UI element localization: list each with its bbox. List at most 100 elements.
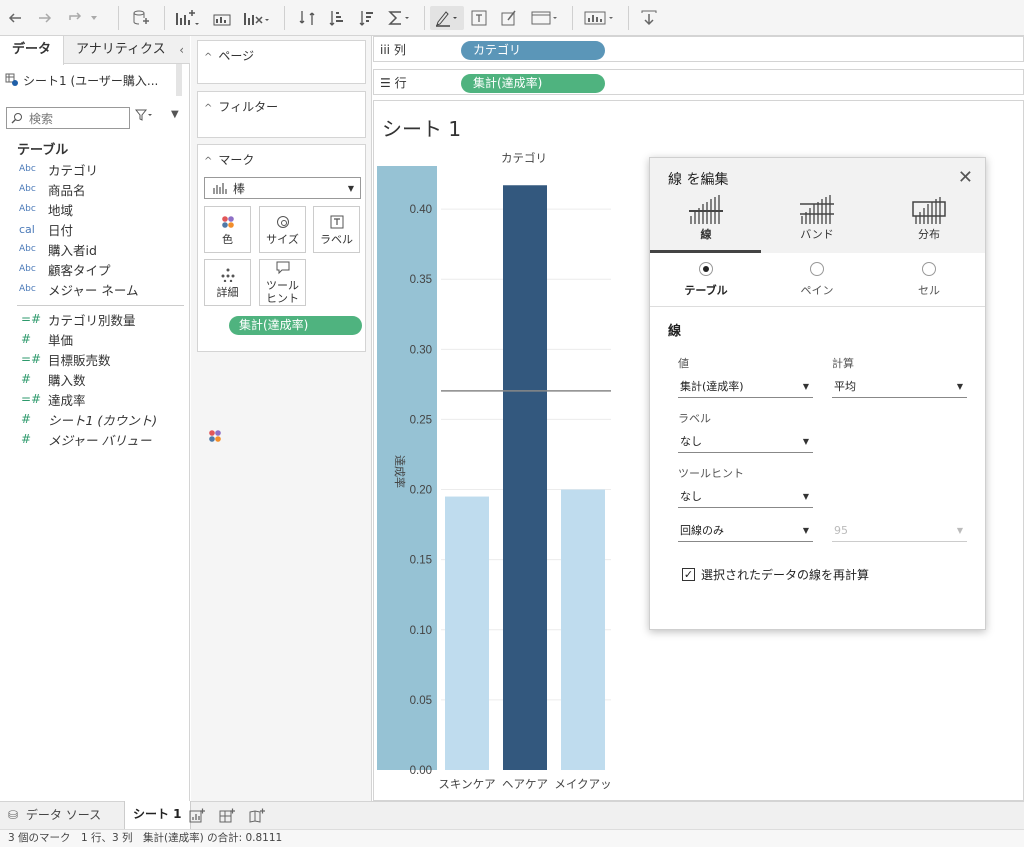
tab-data-source[interactable]: ⛁ データ ソース (8, 802, 101, 830)
field-name: カテゴリ別数量 (48, 312, 136, 328)
value-label: 値 (678, 357, 689, 370)
columns-shelf[interactable]: iii 列 カテゴリ (373, 36, 1024, 62)
active-tab-indicator (650, 250, 761, 253)
new-dashboard-icon[interactable] (219, 808, 235, 827)
scope-table-radio[interactable] (699, 262, 713, 276)
size-button[interactable]: サイズ (259, 206, 306, 253)
filter-icon[interactable] (134, 109, 153, 124)
close-icon[interactable]: ✕ (958, 167, 973, 188)
field-name: 地域 (48, 202, 74, 218)
tooltip-select[interactable]: なし ▼ (678, 486, 813, 508)
scope-cell-radio[interactable] (922, 262, 936, 276)
detail-button[interactable]: 詳細 (204, 259, 251, 306)
dimension-field[interactable]: Abc 商品名 (0, 179, 190, 199)
filters-title: フィルター (218, 100, 279, 114)
value-select[interactable]: 集計(達成率) ▼ (678, 376, 813, 398)
scope-cell[interactable]: セル (874, 262, 984, 298)
line-only-select[interactable]: 回線のみ ▼ (678, 520, 813, 542)
label-select-text: なし (680, 435, 702, 448)
label-button[interactable]: ラベル (313, 206, 360, 253)
format-workbook-icon[interactable] (498, 6, 520, 30)
color-icon (221, 215, 234, 228)
swap-axes-icon[interactable] (296, 6, 318, 30)
columns-pill[interactable]: カテゴリ (461, 41, 605, 60)
measure-field[interactable]: # メジャー バリュー (0, 429, 190, 449)
mark-type-select[interactable]: 棒 ▼ (204, 177, 361, 199)
rows-shelf[interactable]: ☰ 行 集計(達成率) (373, 69, 1024, 95)
redo-icon[interactable] (34, 6, 56, 30)
search-field[interactable]: 検索 (6, 107, 130, 129)
y-tick-label: 0.25 (410, 414, 432, 426)
sort-ascending-icon[interactable] (326, 6, 348, 30)
mark-field-pill[interactable]: 集計(達成率) (229, 316, 362, 335)
chevron-up-icon[interactable]: ^ (204, 103, 212, 114)
dimension-field[interactable]: Abc 顧客タイプ (0, 259, 190, 279)
dimension-field[interactable]: Abc 購入者id (0, 239, 190, 259)
search-input[interactable]: 検索 (29, 110, 53, 127)
new-worksheet-icon[interactable] (174, 6, 200, 30)
rows-label: ☰ 行 (380, 76, 407, 90)
bar-0 (445, 496, 489, 770)
highlight-icon[interactable] (430, 6, 464, 30)
show-me-icon[interactable] (582, 6, 618, 30)
y-tick-label: 0.30 (410, 344, 432, 356)
scope-pane-radio[interactable] (810, 262, 824, 276)
pages-card[interactable]: ^ ページ (197, 40, 366, 84)
measure-field[interactable]: # シート1 (カウント) (0, 409, 190, 429)
collapse-pane-icon[interactable]: ‹ (179, 36, 184, 64)
color-button[interactable]: 色 (204, 206, 251, 253)
number-type-icon: # (21, 412, 32, 426)
show-labels-icon[interactable] (468, 6, 490, 30)
number-type-icon: =# (21, 312, 42, 326)
y-tick-label: 0.05 (410, 695, 432, 707)
measure-field[interactable]: =# カテゴリ別数量 (0, 309, 190, 329)
calc-select[interactable]: 平均 ▼ (832, 376, 967, 398)
tab-line[interactable]: 線 (651, 192, 761, 252)
dimension-field[interactable]: Abc メジャー ネーム (0, 279, 190, 299)
scope-table[interactable]: テーブル (651, 262, 761, 298)
measure-field[interactable]: # 単価 (0, 329, 190, 349)
new-datasource-icon[interactable] (128, 6, 152, 30)
totals-icon[interactable] (386, 6, 414, 30)
y-axis-title: 達成率 (393, 455, 407, 488)
y-tick-label: 0.35 (410, 274, 432, 286)
chevron-up-icon[interactable]: ^ (204, 52, 212, 63)
measure-field[interactable]: =# 目標販売数 (0, 349, 190, 369)
data-source-item[interactable]: シート1 (ユーザー購入... (0, 64, 182, 96)
dimension-field[interactable]: cal 日付 (0, 219, 190, 239)
recalc-checkbox-label: 選択されたデータの線を再計算 (701, 568, 870, 582)
data-source-name: シート1 (ユーザー購入... (23, 73, 159, 88)
sort-descending-icon[interactable] (356, 6, 378, 30)
chevron-up-icon[interactable]: ^ (204, 156, 212, 167)
label-select[interactable]: なし ▼ (678, 431, 813, 453)
recalc-checkbox[interactable]: ✓ (682, 568, 695, 581)
tab-distribution[interactable]: 分布 (874, 192, 984, 252)
duplicate-sheet-icon[interactable] (210, 6, 234, 30)
download-icon[interactable] (638, 6, 660, 30)
marks-title: マーク (218, 153, 255, 167)
fit-icon[interactable] (528, 6, 562, 30)
new-worksheet-icon[interactable] (189, 808, 205, 827)
undo-icon[interactable] (4, 6, 26, 30)
tab-line-label: 線 (700, 228, 712, 241)
filters-card[interactable]: ^ フィルター (197, 91, 366, 138)
rows-pill[interactable]: 集計(達成率) (461, 74, 605, 93)
new-story-icon[interactable] (249, 808, 265, 827)
toolbar (0, 0, 1024, 36)
tab-analytics[interactable]: アナリティクス (76, 36, 166, 64)
scope-pane[interactable]: ペイン (762, 262, 872, 298)
chevron-down-icon[interactable]: ▼ (171, 109, 179, 120)
measure-field[interactable]: =# 達成率 (0, 389, 190, 409)
measure-field[interactable]: # 購入数 (0, 369, 190, 389)
tab-data[interactable]: データ (0, 36, 64, 65)
recalc-checkbox-row[interactable]: ✓ 選択されたデータの線を再計算 (682, 566, 869, 583)
dimension-field[interactable]: Abc 地域 (0, 199, 190, 219)
database-icon: ⛁ (8, 808, 19, 822)
tab-sheet-1[interactable]: シート 1 (124, 801, 191, 830)
tab-band[interactable]: バンド (762, 192, 872, 252)
tooltip-button[interactable]: ツールヒント (259, 259, 306, 306)
dropdown-caret-icon: ▼ (802, 437, 809, 446)
dimension-field[interactable]: Abc カテゴリ (0, 159, 190, 179)
clear-sheet-icon[interactable] (242, 6, 272, 30)
replay-icon[interactable] (64, 6, 104, 30)
